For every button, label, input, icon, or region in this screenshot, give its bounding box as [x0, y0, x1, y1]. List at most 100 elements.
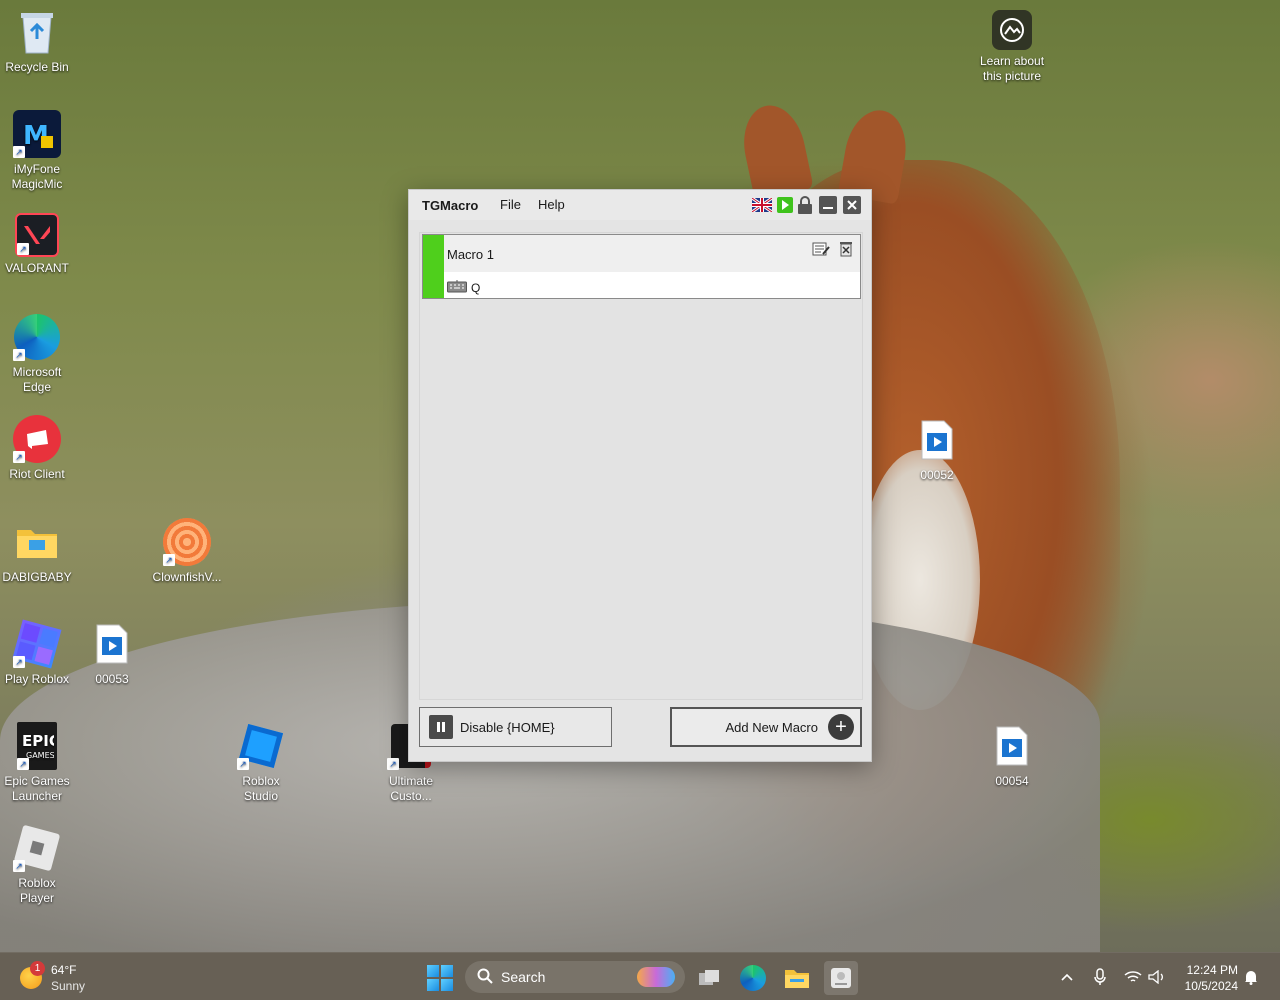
shortcut-arrow-icon: ↗: [13, 860, 25, 872]
pause-icon: [429, 715, 453, 739]
clock-time: 12:24 PM: [1186, 963, 1238, 977]
desktop-icon-label: ClownfishV...: [152, 570, 222, 584]
clock-date: 10/5/2024: [1184, 979, 1238, 993]
shortcut-arrow-icon: ↗: [237, 758, 249, 770]
desktop-icon-microsoft-edge[interactable]: ↗ Microsoft Edge: [0, 313, 74, 395]
video-file-icon: [913, 416, 961, 464]
desktop-icon-label: Roblox: [242, 774, 280, 788]
learn-about-label: Learn about: [979, 54, 1045, 68]
magicmic-icon: M ↗: [13, 110, 61, 158]
desktop-icon-roblox-studio[interactable]: ↗ Roblox Studio: [224, 722, 298, 804]
system-clock[interactable]: 12:24 PM 10/5/2024: [1172, 962, 1238, 994]
learn-about-label: this picture: [982, 69, 1042, 83]
disable-button[interactable]: Disable {HOME}: [419, 707, 612, 747]
desktop-icon-dabigbaby[interactable]: DABIGBABY: [0, 518, 74, 585]
desktop-icon-epic-games[interactable]: EPICGAMES ↗ Epic Games Launcher: [0, 722, 74, 804]
wallpaper-squirrel-ear: [736, 99, 814, 201]
notification-bell-icon[interactable]: [1244, 953, 1258, 1000]
notification-badge: 1: [30, 961, 45, 976]
add-new-macro-button[interactable]: Add New Macro +: [670, 707, 862, 747]
search-highlight-icon: [637, 967, 675, 987]
weather-condition: Sunny: [51, 979, 86, 993]
desktop-icon-00052[interactable]: 00052: [900, 416, 974, 483]
clownfish-icon: ↗: [163, 518, 211, 566]
shortcut-arrow-icon: ↗: [13, 656, 25, 668]
shortcut-arrow-icon: ↗: [13, 349, 25, 361]
macro-list[interactable]: Macro 1 Q: [419, 232, 863, 700]
macro-trigger-key: Q: [471, 280, 481, 295]
macro-name: Macro 1: [447, 247, 494, 262]
macro-status-indicator[interactable]: [423, 235, 444, 298]
delete-macro-icon[interactable]: [839, 241, 853, 262]
desktop-icon-roblox-player[interactable]: ↗ Roblox Player: [0, 824, 74, 906]
macro-card[interactable]: Macro 1 Q: [422, 234, 861, 299]
weather-widget[interactable]: 1 64°F Sunny: [18, 959, 138, 995]
desktop-icon-label: Recycle Bin: [5, 60, 69, 74]
menu-file[interactable]: File: [500, 197, 521, 212]
taskbar-search[interactable]: Search: [465, 961, 685, 993]
desktop-icon-riot-client[interactable]: ↗ Riot Client: [0, 415, 74, 482]
disable-button-label: Disable {HOME}: [460, 719, 555, 735]
wifi-icon[interactable]: [1124, 953, 1142, 1000]
desktop-icon-label: Play Roblox: [4, 672, 70, 686]
shortcut-arrow-icon: ↗: [13, 146, 25, 158]
shortcut-arrow-icon: ↗: [17, 243, 29, 255]
shortcut-arrow-icon: ↗: [387, 758, 399, 770]
desktop-icon-play-roblox[interactable]: ↗ Play Roblox: [0, 619, 74, 687]
roblox-play-icon: ↗: [12, 619, 62, 669]
desktop-icon-imyfone-magicmic[interactable]: M ↗ iMyFone MagicMic: [0, 110, 74, 192]
video-file-icon: [988, 722, 1036, 770]
taskbar: 1 64°F Sunny Search 12:24 PM 10/5/2024: [0, 952, 1280, 1000]
shortcut-arrow-icon: ↗: [13, 451, 25, 463]
riot-client-icon: ↗: [13, 415, 61, 463]
desktop-icon-label: 00054: [995, 774, 1029, 788]
desktop-icon-label: Edge: [22, 380, 52, 394]
desktop-icon-valorant[interactable]: ↗ VALORANT: [0, 213, 74, 276]
search-icon: [477, 968, 493, 987]
macro-card-header: [444, 235, 860, 272]
desktop-icon-label: Riot Client: [9, 467, 65, 481]
desktop-icon-00054[interactable]: 00054: [975, 722, 1049, 789]
video-file-icon: [88, 620, 136, 668]
learn-about-picture-icon[interactable]: Learn about this picture: [975, 10, 1049, 84]
desktop-icon-label: MagicMic: [11, 177, 63, 191]
desktop-icon-recycle-bin[interactable]: Recycle Bin: [0, 8, 74, 75]
desktop-icon-clownfish[interactable]: ↗ ClownfishV...: [150, 518, 224, 585]
volume-icon[interactable]: [1148, 953, 1166, 1000]
keyboard-icon: [447, 279, 467, 296]
minimize-icon[interactable]: [818, 196, 838, 214]
start-button[interactable]: [427, 965, 453, 991]
shortcut-arrow-icon: ↗: [17, 758, 29, 770]
tgmacro-window: TGMacro File Help Macro 1 Q Disable {HOM…: [408, 189, 872, 762]
shortcut-arrow-icon: ↗: [163, 554, 175, 566]
microphone-icon[interactable]: [1094, 953, 1106, 1000]
desktop-icon-label: Epic Games: [4, 774, 70, 788]
svg-text:GAMES: GAMES: [26, 751, 54, 760]
desktop-icon-label: Player: [19, 891, 54, 905]
plus-icon: +: [828, 714, 854, 740]
windows-logo-icon: [427, 965, 439, 977]
roblox-studio-icon: ↗: [237, 722, 285, 770]
uk-flag-icon[interactable]: [752, 196, 772, 214]
play-icon[interactable]: [775, 196, 795, 214]
lock-icon[interactable]: [795, 196, 815, 214]
desktop-icon-00053[interactable]: 00053: [75, 620, 149, 687]
edit-macro-icon[interactable]: [812, 241, 830, 262]
menu-help[interactable]: Help: [538, 197, 565, 212]
tgmacro-taskbar-icon[interactable]: [824, 961, 858, 995]
roblox-player-icon: ↗: [13, 824, 61, 872]
show-hidden-icons[interactable]: [1060, 953, 1074, 1000]
window-titlebar[interactable]: TGMacro File Help: [409, 190, 871, 220]
desktop-icon-label: iMyFone: [13, 162, 60, 176]
camera-icon: [992, 10, 1032, 50]
task-view-icon[interactable]: [692, 961, 726, 995]
macro-trigger: Q: [447, 279, 480, 296]
edge-icon: ↗: [13, 313, 61, 361]
search-placeholder: Search: [501, 969, 546, 985]
file-explorer-icon[interactable]: [780, 961, 814, 995]
desktop-icon-label: Studio: [243, 789, 279, 803]
edge-taskbar-icon[interactable]: [736, 961, 770, 995]
folder-icon: [13, 518, 61, 566]
desktop-icon-label: VALORANT: [5, 261, 69, 275]
close-icon[interactable]: [842, 196, 862, 214]
